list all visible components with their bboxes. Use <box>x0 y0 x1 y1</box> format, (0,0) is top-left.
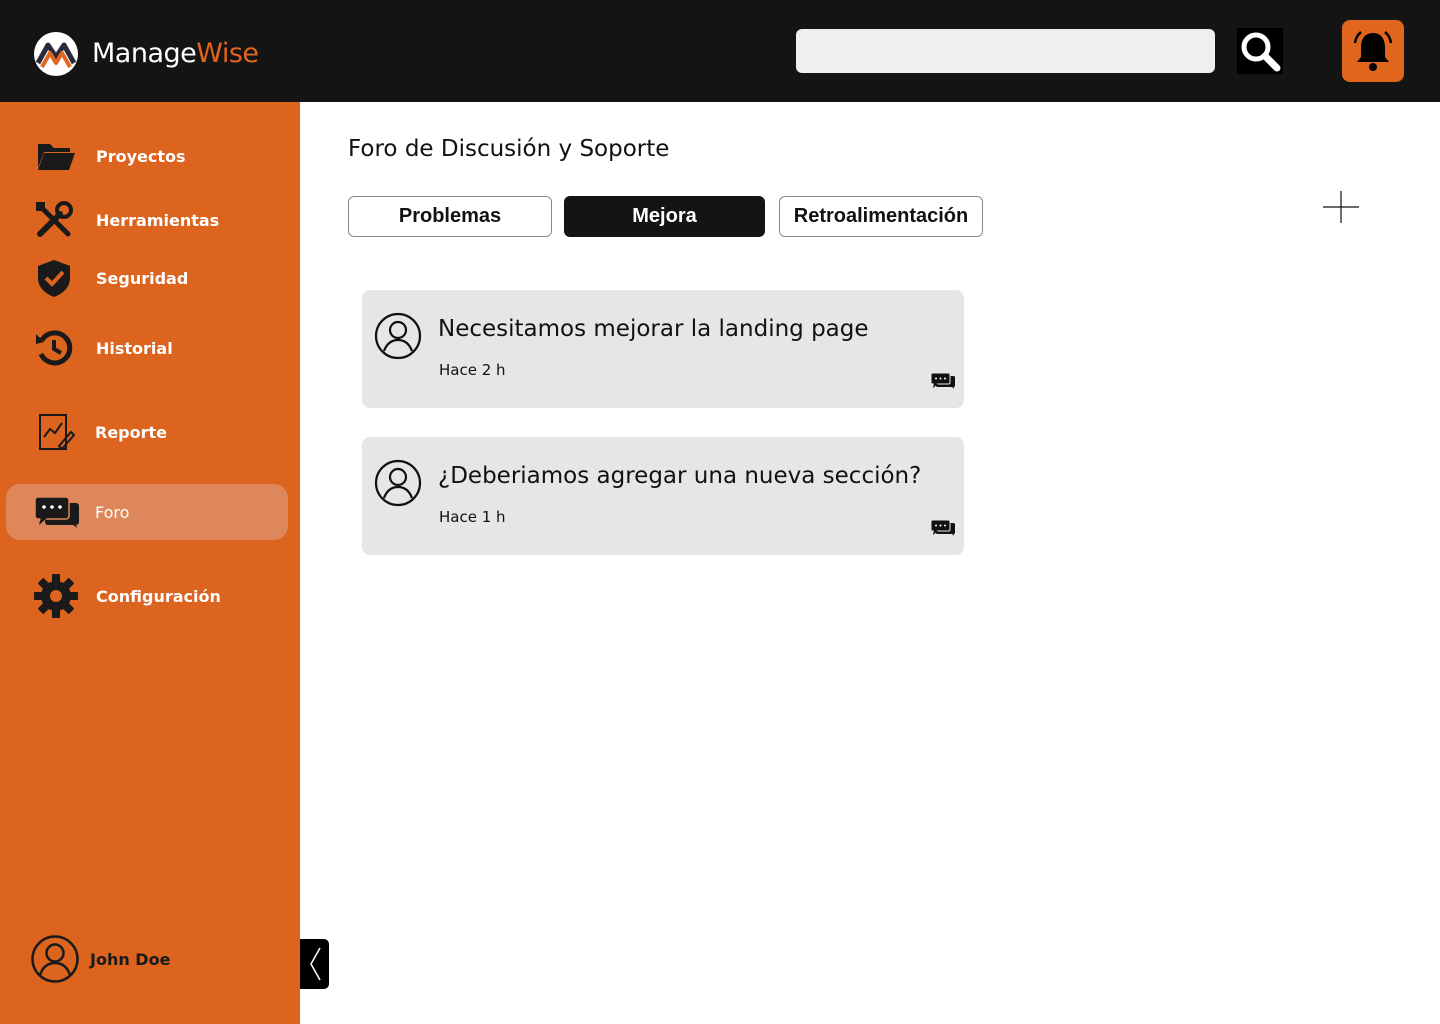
tools-icon <box>32 198 76 242</box>
shield-icon <box>32 256 76 300</box>
brand-name-part1: Manage <box>92 38 197 69</box>
avatar-icon <box>31 935 79 983</box>
sidebar-item-seguridad[interactable]: Seguridad <box>6 250 288 306</box>
avatar-icon <box>374 459 422 507</box>
tab-problemas[interactable]: Problemas <box>348 196 552 237</box>
sidebar-item-label: Herramientas <box>96 210 220 230</box>
report-icon <box>34 410 78 454</box>
page-title: Foro de Discusión y Soporte <box>348 136 670 162</box>
brand-logo[interactable]: ManageWise <box>28 31 259 77</box>
chat-icon <box>32 490 82 534</box>
sidebar-item-foro[interactable]: Foro <box>6 484 288 540</box>
top-bar: ManageWise <box>0 0 1440 102</box>
bell-icon <box>1353 31 1393 71</box>
folder-icon <box>34 134 78 178</box>
plus-icon <box>1323 191 1359 223</box>
tab-mejora[interactable]: Mejora <box>564 196 765 237</box>
chevron-left-icon <box>309 947 321 981</box>
forum-post[interactable]: Necesitamos mejorar la landing page Hace… <box>362 290 964 408</box>
sidebar-item-label: Seguridad <box>96 268 189 288</box>
user-name: John Doe <box>90 949 171 969</box>
sidebar-item-herramientas[interactable]: Herramientas <box>6 192 288 248</box>
search-input[interactable] <box>796 29 1215 73</box>
brand-name-part2: Wise <box>196 38 259 69</box>
forum-post[interactable]: ¿Deberiamos agregar una nueva sección? H… <box>362 437 964 555</box>
comments-icon[interactable] <box>930 519 956 537</box>
sidebar-item-proyectos[interactable]: Proyectos <box>6 128 288 184</box>
tab-retroalimentacion[interactable]: Retroalimentación <box>779 196 983 237</box>
avatar-icon <box>374 312 422 360</box>
sidebar-item-label: Historial <box>96 338 173 358</box>
sidebar-item-configuracion[interactable]: Configuración <box>6 568 288 624</box>
notifications-button[interactable] <box>1342 20 1404 82</box>
sidebar-item-label: Proyectos <box>96 146 186 166</box>
sidebar-item-reporte[interactable]: Reporte <box>6 404 288 460</box>
post-time: Hace 2 h <box>439 361 506 379</box>
logo-mark-icon <box>34 32 78 76</box>
sidebar-item-label: Foro <box>95 502 130 522</box>
brand-name: ManageWise <box>92 31 259 77</box>
sidebar: Proyectos Herramientas Seguridad Histori… <box>0 102 300 1024</box>
collapse-sidebar-button[interactable] <box>300 939 329 989</box>
add-post-button[interactable] <box>1322 190 1360 224</box>
sidebar-item-label: Configuración <box>96 586 221 606</box>
post-title: Necesitamos mejorar la landing page <box>438 316 869 342</box>
comments-icon[interactable] <box>930 372 956 390</box>
search-icon <box>1241 32 1281 72</box>
sidebar-item-label: Reporte <box>95 422 168 442</box>
sidebar-item-historial[interactable]: Historial <box>6 320 288 376</box>
search-button[interactable] <box>1237 28 1283 74</box>
user-profile[interactable]: John Doe <box>30 934 270 984</box>
post-time: Hace 1 h <box>439 508 506 526</box>
gear-icon <box>32 572 80 620</box>
history-icon <box>32 326 76 370</box>
post-title: ¿Deberiamos agregar una nueva sección? <box>438 463 922 489</box>
